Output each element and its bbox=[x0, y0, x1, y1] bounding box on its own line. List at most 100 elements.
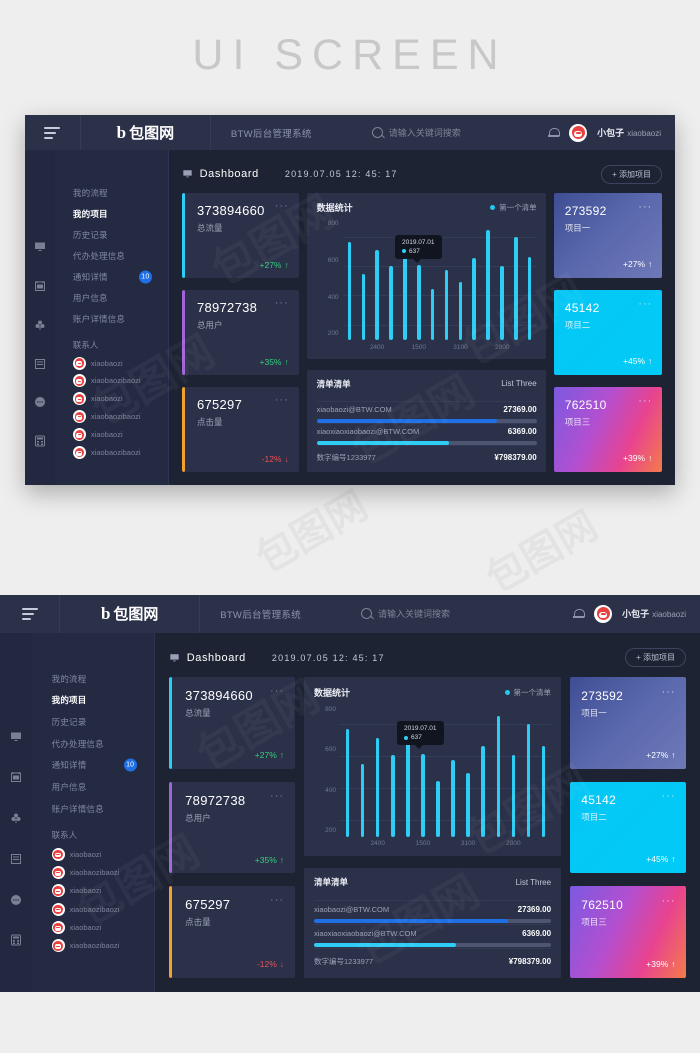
monitor-icon[interactable] bbox=[34, 241, 46, 253]
search-box[interactable]: 请输入关键词搜索 bbox=[371, 126, 461, 139]
list-item[interactable]: xiaoxiaoxiaobaozi@BTW.COM 6369.00 bbox=[313, 924, 552, 948]
bar-column[interactable] bbox=[506, 709, 521, 837]
bar-column[interactable] bbox=[440, 223, 454, 341]
search-input[interactable]: 请输入关键词搜索 bbox=[389, 126, 461, 139]
bar-column[interactable] bbox=[340, 709, 355, 837]
more-options-icon[interactable]: ··· bbox=[270, 791, 284, 801]
bar-column[interactable] bbox=[467, 223, 481, 341]
list-item[interactable]: xiaobaozi bbox=[55, 426, 168, 444]
app-logo[interactable]: b 包图网 bbox=[81, 115, 211, 151]
project-card-1[interactable]: 45142 ··· 项目二 +45% ↑ bbox=[569, 781, 686, 874]
project-card-0[interactable]: 273592 ··· 项目一 +27% ↑ bbox=[569, 676, 686, 769]
more-options-icon[interactable]: ··· bbox=[662, 686, 676, 696]
list-item[interactable]: 数字编号1233977 ¥798379.00 bbox=[313, 947, 552, 972]
bar-column[interactable] bbox=[370, 223, 384, 341]
add-project-button[interactable]: + 添加项目 bbox=[601, 164, 662, 184]
list-item[interactable]: xiaobaozi@BTW.COM 27369.00 bbox=[313, 900, 552, 924]
list-item[interactable]: xiaobaozi bbox=[32, 845, 154, 863]
user-name[interactable]: 小包子 xiaobaozi bbox=[597, 126, 661, 139]
sidebar-item-0[interactable]: 我的流程 bbox=[55, 183, 168, 204]
project-card-0[interactable]: 273592 ··· 项目一 +27% ↑ bbox=[553, 192, 662, 279]
list-item[interactable]: 数字编号1233977 ¥798379.00 bbox=[316, 444, 537, 466]
bar-column[interactable] bbox=[355, 709, 370, 837]
list-item[interactable]: xiaobaozibaozi bbox=[55, 444, 168, 462]
bar-column[interactable] bbox=[446, 709, 461, 837]
list-item[interactable]: xiaobaozi bbox=[55, 354, 168, 372]
bar-column[interactable] bbox=[481, 223, 495, 341]
sidebar-item-1[interactable]: 我的项目 bbox=[32, 689, 154, 711]
calendar-icon[interactable] bbox=[10, 771, 22, 783]
stat-card-1[interactable]: 78972738 ··· 总用户 +35% ↑ bbox=[168, 781, 296, 874]
list-item[interactable]: xiaobaozibaozi bbox=[55, 372, 168, 390]
bar-column[interactable] bbox=[453, 223, 467, 341]
more-options-icon[interactable]: ··· bbox=[638, 298, 652, 308]
more-options-icon[interactable]: ··· bbox=[662, 896, 676, 906]
sidebar-item-1[interactable]: 我的项目 bbox=[55, 204, 168, 225]
list-item[interactable]: xiaobaozi bbox=[32, 918, 154, 936]
sidebar-item-4[interactable]: 通知详情 10 bbox=[32, 755, 154, 777]
bar-column[interactable] bbox=[523, 223, 537, 341]
list-item[interactable]: xiaobaozi bbox=[32, 882, 154, 900]
more-options-icon[interactable]: ··· bbox=[270, 686, 284, 696]
stat-card-0[interactable]: 373894660 ··· 总流量 +27% ↑ bbox=[168, 676, 296, 769]
monitor-icon[interactable] bbox=[10, 731, 22, 743]
avatar[interactable] bbox=[569, 123, 588, 142]
sidebar-item-2[interactable]: 历史记录 bbox=[55, 225, 168, 246]
list-item[interactable]: xiaobaozi@BTW.COM 27369.00 bbox=[316, 400, 537, 423]
chat-icon[interactable] bbox=[34, 396, 46, 408]
more-options-icon[interactable]: ··· bbox=[638, 395, 652, 405]
bar-column[interactable] bbox=[495, 223, 509, 341]
notification-bell-icon[interactable] bbox=[548, 127, 561, 139]
more-options-icon[interactable]: ··· bbox=[275, 298, 289, 308]
avatar[interactable] bbox=[594, 604, 613, 623]
sidebar-item-3[interactable]: 代办处理信息 bbox=[55, 246, 168, 267]
user-name[interactable]: 小包子 xiaobaozi bbox=[622, 607, 686, 620]
more-options-icon[interactable]: ··· bbox=[638, 201, 652, 211]
stat-card-2[interactable]: 675297 ··· 点击量 -12% ↓ bbox=[181, 386, 300, 472]
sidebar-item-3[interactable]: 代办处理信息 bbox=[32, 733, 154, 755]
stat-card-2[interactable]: 675297 ··· 点击量 -12% ↓ bbox=[168, 886, 296, 979]
notification-bell-icon[interactable] bbox=[573, 608, 586, 620]
sidebar-item-5[interactable]: 用户信息 bbox=[55, 288, 168, 309]
stat-card-0[interactable]: 373894660 ··· 总流量 +27% ↑ bbox=[181, 192, 300, 279]
search-input[interactable]: 请输入关键词搜索 bbox=[378, 607, 450, 620]
bar-column[interactable] bbox=[370, 709, 385, 837]
search-box[interactable]: 请输入关键词搜索 bbox=[361, 607, 450, 620]
bar-column[interactable] bbox=[521, 709, 536, 837]
bar-column[interactable] bbox=[461, 709, 476, 837]
calculator-icon[interactable] bbox=[10, 934, 22, 946]
clover-icon[interactable] bbox=[10, 812, 22, 824]
bar-column[interactable] bbox=[536, 709, 551, 837]
sidebar-item-6[interactable]: 账户详情信息 bbox=[32, 798, 154, 820]
calendar-icon[interactable] bbox=[34, 280, 46, 292]
bar-column[interactable] bbox=[356, 223, 370, 341]
bar-column[interactable] bbox=[476, 709, 491, 837]
more-options-icon[interactable]: ··· bbox=[275, 395, 289, 405]
chart-legend[interactable]: 第一个清单 bbox=[490, 202, 537, 213]
project-card-2[interactable]: 762510 ··· 项目三 +39% ↑ bbox=[569, 886, 686, 979]
list-icon[interactable] bbox=[34, 358, 46, 370]
menu-toggle-button[interactable] bbox=[25, 115, 81, 151]
more-options-icon[interactable]: ··· bbox=[662, 791, 676, 801]
app-logo[interactable]: b 包图网 bbox=[60, 595, 201, 633]
clover-icon[interactable] bbox=[34, 319, 46, 331]
calculator-icon[interactable] bbox=[34, 435, 46, 447]
list-item[interactable]: xiaobaozibaozi bbox=[55, 408, 168, 426]
more-options-icon[interactable]: ··· bbox=[275, 201, 289, 211]
sidebar-item-2[interactable]: 历史记录 bbox=[32, 711, 154, 733]
list-item[interactable]: xiaobaozibaozi bbox=[32, 900, 154, 918]
more-options-icon[interactable]: ··· bbox=[270, 895, 284, 905]
sidebar-item-6[interactable]: 账户详情信息 bbox=[55, 309, 168, 330]
bar-column[interactable] bbox=[509, 223, 523, 341]
list-icon[interactable] bbox=[10, 853, 22, 865]
list-item[interactable]: xiaoxiaoxiaobaozi@BTW.COM 6369.00 bbox=[316, 422, 537, 445]
add-project-button[interactable]: + 添加项目 bbox=[625, 648, 686, 668]
bar-column[interactable] bbox=[491, 709, 506, 837]
list-item[interactable]: xiaobaozibaozi bbox=[32, 863, 154, 881]
list-item[interactable]: xiaobaozi bbox=[55, 390, 168, 408]
list-item[interactable]: xiaobaozibaozi bbox=[32, 937, 154, 955]
chart-legend[interactable]: 第一个清单 bbox=[504, 687, 551, 698]
project-card-2[interactable]: 762510 ··· 项目三 +39% ↑ bbox=[553, 386, 662, 472]
project-card-1[interactable]: 45142 ··· 项目二 +45% ↑ bbox=[553, 289, 662, 376]
sidebar-item-5[interactable]: 用户信息 bbox=[32, 776, 154, 798]
